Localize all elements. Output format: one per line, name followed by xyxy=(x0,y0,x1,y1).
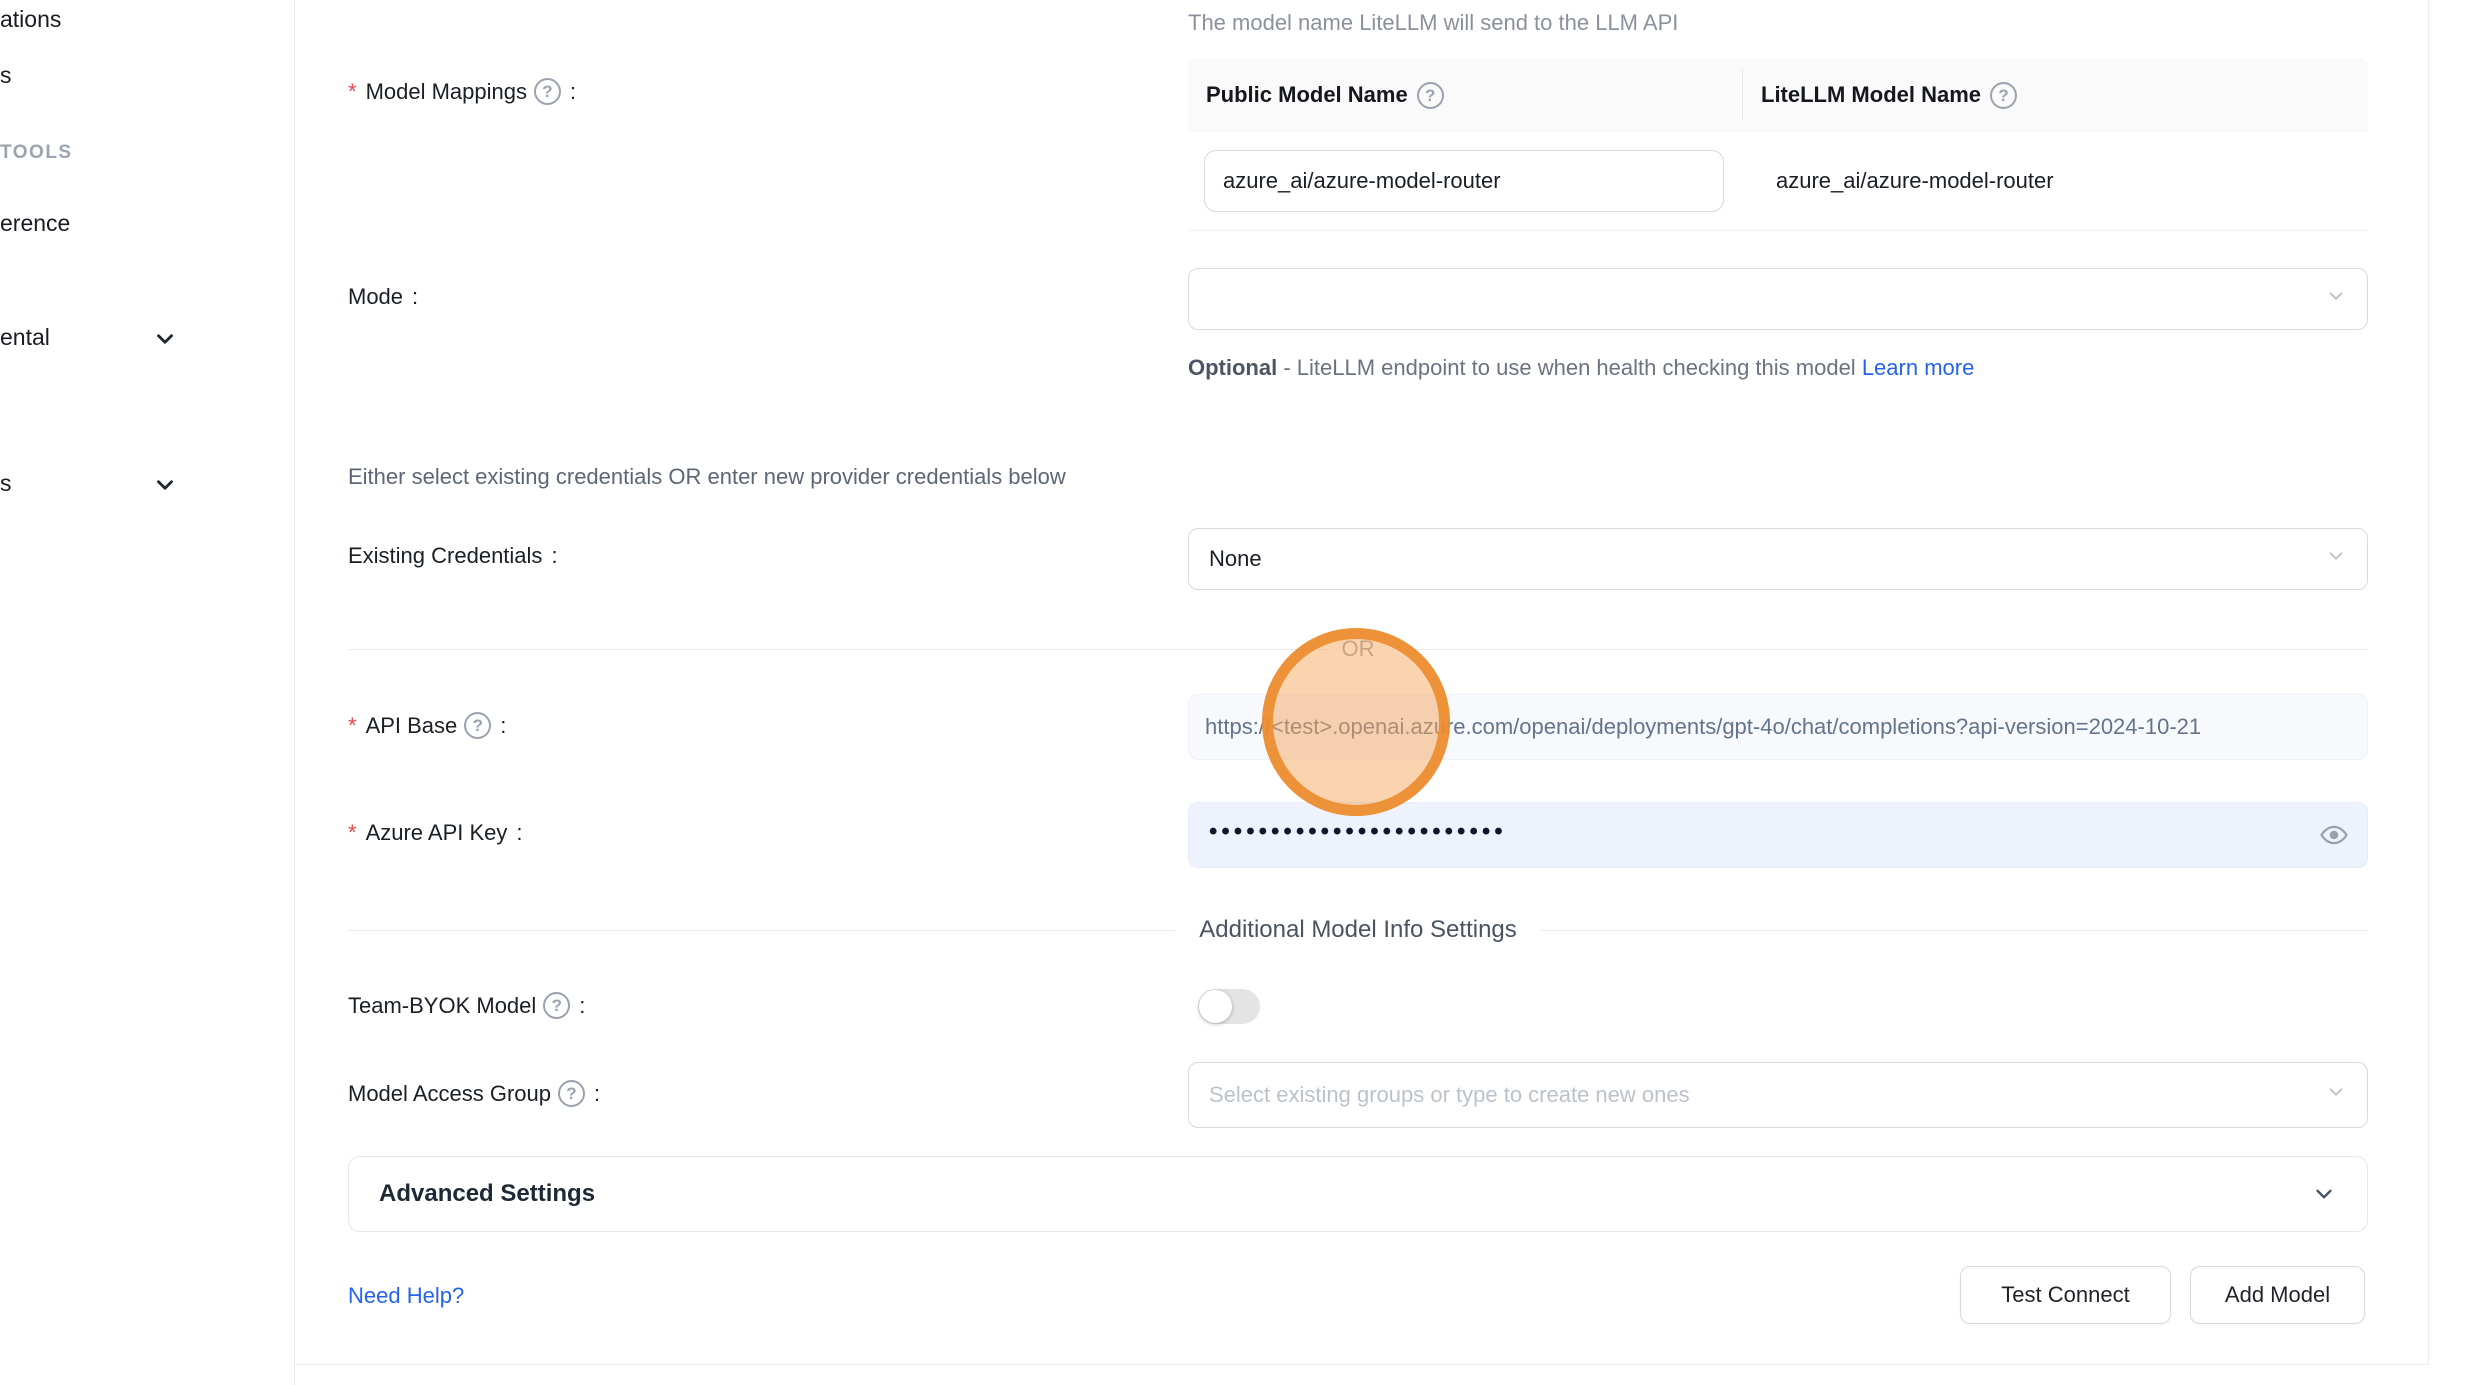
eye-icon[interactable] xyxy=(2319,820,2349,850)
test-connect-button[interactable]: Test Connect xyxy=(1960,1266,2171,1324)
label-colon: : xyxy=(594,1081,600,1107)
required-asterisk: * xyxy=(348,820,357,846)
chevron-down-icon xyxy=(2325,1081,2347,1109)
chevron-down-icon xyxy=(2311,1181,2337,1207)
help-circle-icon[interactable]: ? xyxy=(1417,82,1444,109)
label-text: API Base xyxy=(366,713,458,739)
api-base-input[interactable]: https://<test>.openai.azure.com/openai/d… xyxy=(1188,694,2368,760)
team-byok-toggle[interactable] xyxy=(1198,989,1260,1024)
hint-bold: Optional xyxy=(1188,355,1277,380)
sidebar-item-inference[interactable]: erence xyxy=(0,210,70,237)
public-model-name-input[interactable] xyxy=(1204,150,1724,212)
model-mappings-table: Public Model Name ? LiteLLM Model Name ?… xyxy=(1188,58,2368,231)
public-model-name-cell xyxy=(1188,150,1742,212)
additional-settings-divider: Additional Model Info Settings xyxy=(348,916,2368,944)
label-text: Model Mappings xyxy=(366,79,527,105)
label-colon: : xyxy=(551,543,557,569)
azure-api-key-label: * Azure API Key : xyxy=(348,820,523,846)
masked-key-value: •••••••••••••••••••••••• xyxy=(1209,820,1507,844)
label-text: Azure API Key xyxy=(366,820,508,846)
required-asterisk: * xyxy=(348,713,357,739)
sidebar-section-tools: TOOLS xyxy=(0,142,73,164)
credentials-note: Either select existing credentials OR en… xyxy=(348,464,1066,490)
sidebar-item-experimental[interactable]: ental xyxy=(0,324,50,351)
azure-api-key-input[interactable]: •••••••••••••••••••••••• xyxy=(1188,802,2368,868)
model-access-group-label: Model Access Group ? : xyxy=(348,1080,600,1107)
litellm-model-name-header: LiteLLM Model Name ? xyxy=(1742,69,2368,121)
model-name-hint: The model name LiteLLM will send to the … xyxy=(1188,10,1678,36)
help-circle-icon[interactable]: ? xyxy=(464,712,491,739)
label-colon: : xyxy=(570,79,576,105)
header-text: Public Model Name xyxy=(1206,82,1408,108)
divider-line xyxy=(348,930,1175,931)
label-text: Existing Credentials xyxy=(348,543,542,569)
model-access-group-select[interactable]: Select existing groups or type to create… xyxy=(1188,1062,2368,1128)
label-colon: : xyxy=(412,284,418,310)
sidebar-item-integrations[interactable]: ations xyxy=(0,6,61,33)
select-placeholder: Select existing groups or type to create… xyxy=(1209,1082,1690,1108)
divider-line xyxy=(348,649,1326,650)
or-divider: OR xyxy=(348,636,2368,662)
table-row: azure_ai/azure-model-router xyxy=(1188,132,2368,230)
need-help-link[interactable]: Need Help? xyxy=(348,1283,464,1309)
litellm-model-name-value: azure_ai/azure-model-router xyxy=(1742,168,2054,194)
divider-line xyxy=(1541,930,2368,931)
divider-line xyxy=(1391,649,2369,650)
advanced-settings-label: Advanced Settings xyxy=(379,1180,2311,1208)
label-colon: : xyxy=(516,820,522,846)
mode-hint: Optional - LiteLLM endpoint to use when … xyxy=(1188,348,1994,388)
label-colon: : xyxy=(579,993,585,1019)
team-byok-label: Team-BYOK Model ? : xyxy=(348,992,585,1019)
add-model-page: ations s TOOLS erence ental s The model … xyxy=(0,0,2477,1385)
help-circle-icon[interactable]: ? xyxy=(534,78,561,105)
table-header-row: Public Model Name ? LiteLLM Model Name ? xyxy=(1188,58,2368,132)
toggle-knob xyxy=(1199,990,1232,1023)
mode-select[interactable] xyxy=(1188,268,2368,330)
public-model-name-header: Public Model Name ? xyxy=(1188,82,1742,109)
chevron-down-icon[interactable] xyxy=(152,326,178,357)
existing-credentials-label: Existing Credentials : xyxy=(348,543,558,569)
chevron-down-icon xyxy=(2325,545,2347,573)
sidebar-item-settings[interactable]: s xyxy=(0,470,12,497)
or-text: OR xyxy=(1326,636,1391,662)
api-base-label: * API Base ? : xyxy=(348,712,506,739)
label-text: Model Access Group xyxy=(348,1081,551,1107)
help-circle-icon[interactable]: ? xyxy=(1990,82,2017,109)
model-mappings-label: * Model Mappings ? : xyxy=(348,78,576,105)
header-text: LiteLLM Model Name xyxy=(1761,82,1981,108)
sidebar-item-1[interactable]: s xyxy=(0,62,12,89)
add-model-button[interactable]: Add Model xyxy=(2190,1266,2365,1324)
existing-credentials-value: None xyxy=(1209,546,1262,572)
help-circle-icon[interactable]: ? xyxy=(543,992,570,1019)
label-text: Mode xyxy=(348,284,403,310)
chevron-down-icon xyxy=(2325,285,2347,313)
advanced-settings-panel[interactable]: Advanced Settings xyxy=(348,1156,2368,1232)
existing-credentials-select[interactable]: None xyxy=(1188,528,2368,590)
label-text: Team-BYOK Model xyxy=(348,993,536,1019)
chevron-down-icon[interactable] xyxy=(152,472,178,503)
sidebar: ations s TOOLS erence ental s xyxy=(0,0,295,1385)
label-colon: : xyxy=(500,713,506,739)
mode-label: Mode : xyxy=(348,284,418,310)
learn-more-link[interactable]: Learn more xyxy=(1862,355,1975,380)
help-circle-icon[interactable]: ? xyxy=(558,1080,585,1107)
hint-text: - LiteLLM endpoint to use when health ch… xyxy=(1277,355,1862,380)
add-model-form: The model name LiteLLM will send to the … xyxy=(295,0,2429,1365)
divider-text: Additional Model Info Settings xyxy=(1175,916,1541,944)
required-asterisk: * xyxy=(348,79,357,105)
